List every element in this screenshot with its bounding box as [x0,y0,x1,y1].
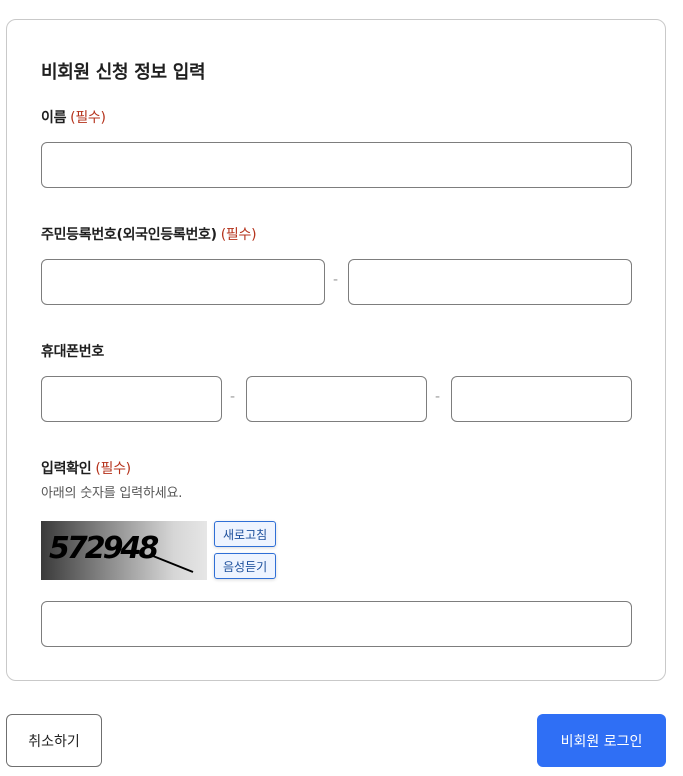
rrn-second-input[interactable] [348,259,632,305]
rrn-label: 주민등록번호(외국인등록번호) (필수) [41,224,257,244]
rrn-separator: - [333,272,339,288]
form-title: 비회원 신청 정보 입력 [41,62,206,83]
phone-separator-1: - [230,389,236,405]
rrn-first-input[interactable] [41,259,325,305]
captcha-label-text: 입력확인 [41,461,92,477]
captcha-hint: 아래의 숫자를 입력하세요. [41,486,183,501]
required-mark: (필수) [70,110,106,126]
phone-label-text: 휴대폰번호 [41,344,104,360]
captcha-image: 572948 [41,521,207,580]
phone-first-input[interactable] [41,376,222,422]
cancel-button[interactable]: 취소하기 [6,714,102,767]
name-label-text: 이름 [41,110,67,126]
captcha-input[interactable] [41,601,632,647]
rrn-label-text: 주민등록번호(외국인등록번호) [41,227,217,243]
phone-label: 휴대폰번호 [41,341,104,361]
captcha-refresh-button[interactable]: 새로고침 [214,521,277,547]
phone-second-input[interactable] [246,376,427,422]
captcha-noise-line [152,555,194,573]
phone-third-input[interactable] [451,376,632,422]
name-input[interactable] [41,142,632,188]
captcha-audio-button[interactable]: 음성듣기 [214,553,277,579]
required-mark: (필수) [220,227,257,243]
phone-separator-2: - [435,389,441,405]
captcha-label: 입력확인 (필수) [41,458,131,478]
required-mark: (필수) [95,461,131,477]
name-label: 이름 (필수) [41,107,106,127]
guest-login-button[interactable]: 비회원 로그인 [537,714,666,767]
applicant-info-card: 비회원 신청 정보 입력 이름 (필수) 주민등록번호(외국인등록번호) (필수) … [6,19,666,681]
